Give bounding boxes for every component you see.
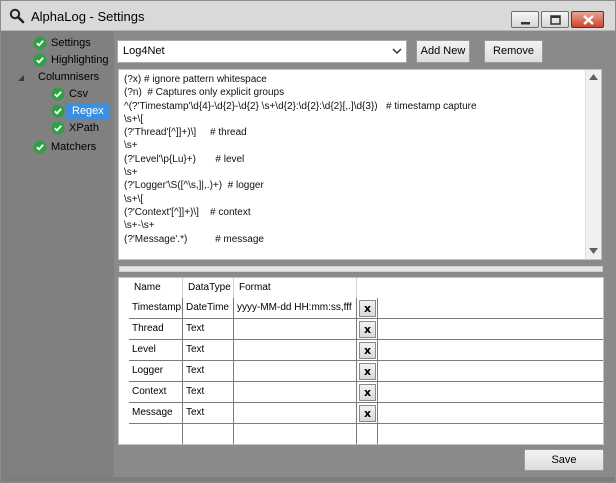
tree-item-label: Settings: [51, 37, 91, 49]
grid-cell-delete: [357, 424, 378, 444]
regex-line: \s+: [124, 167, 138, 179]
tree-item-label: Csv: [69, 88, 88, 100]
grid-cell-format[interactable]: [234, 424, 357, 444]
grid-filler-cell: [378, 319, 603, 340]
grid-cell-datatype[interactable]: Text: [183, 361, 234, 382]
pattern-dropdown[interactable]: Log4Net: [117, 40, 407, 63]
check-icon: [51, 87, 65, 101]
regex-line: (?n) # Captures only explicit groups: [124, 87, 285, 99]
grid-filler-cell: [378, 382, 603, 403]
chevron-down-icon: [392, 48, 402, 55]
delete-row-button[interactable]: x: [359, 384, 376, 401]
grid-cell-name[interactable]: Message: [129, 403, 183, 424]
minimize-button[interactable]: [511, 11, 539, 28]
save-button[interactable]: Save: [524, 449, 604, 471]
tree-item-label: Regex: [66, 103, 110, 120]
grid-cell-format[interactable]: [234, 340, 357, 361]
regex-line: (?'Logger'\S([^\s,]|,.)+) # logger: [124, 180, 264, 192]
check-icon: [51, 104, 65, 118]
grid-cell-name[interactable]: Context: [129, 382, 183, 403]
title-bar[interactable]: AlphaLog - Settings: [1, 1, 615, 31]
regex-line: (?x) # ignore pattern whitespace: [124, 74, 267, 85]
tree-item-label: XPath: [69, 122, 99, 134]
grid-cell-name[interactable]: [129, 424, 183, 444]
grid-cell-name[interactable]: Timestamp: [129, 298, 183, 319]
regex-text: (?x) # ignore pattern whitespace (?n) # C…: [124, 73, 586, 246]
pattern-dropdown-value: Log4Net: [123, 45, 165, 57]
add-new-button[interactable]: Add New: [416, 40, 470, 63]
column-header-name[interactable]: Name: [129, 278, 183, 298]
delete-row-button[interactable]: x: [359, 321, 376, 338]
grid-cell-datatype[interactable]: Text: [183, 382, 234, 403]
grid-cell-format[interactable]: [234, 382, 357, 403]
close-button[interactable]: [571, 11, 604, 28]
column-header-format[interactable]: Format: [234, 278, 357, 298]
grid-cell-format[interactable]: [234, 319, 357, 340]
magnifier-icon: [9, 8, 25, 24]
check-icon: [33, 36, 47, 50]
delete-row-button[interactable]: x: [359, 405, 376, 422]
grid-cell-format[interactable]: [234, 361, 357, 382]
regex-editor[interactable]: (?x) # ignore pattern whitespace (?n) # C…: [118, 69, 602, 260]
regex-line: (?'Thread'[^]]+)\] # thread: [124, 127, 247, 139]
delete-row-button[interactable]: x: [359, 363, 376, 380]
regex-line: \s+\[: [124, 193, 144, 205]
settings-window: AlphaLog - Settings Settings Highlightin…: [0, 0, 616, 483]
grid-cell-format[interactable]: [234, 403, 357, 424]
grid-filler-cell: [378, 403, 603, 424]
check-icon: [33, 53, 47, 67]
scroll-up-icon[interactable]: [589, 74, 598, 80]
delete-row-button[interactable]: x: [359, 342, 376, 359]
minimize-icon: [521, 22, 530, 25]
tree-item-label: Matchers: [51, 141, 97, 153]
grid-filler-cell: [378, 340, 603, 361]
splitter-handle[interactable]: [119, 266, 603, 272]
close-icon: [583, 15, 594, 25]
grid-cell-format[interactable]: yyyy-MM-dd HH:mm:ss,fff: [234, 298, 357, 319]
regex-line: (?'Context'[^]]+)\] # context: [124, 206, 251, 218]
regex-line: \s+-\s+: [124, 220, 155, 232]
grid-cell-datatype[interactable]: Text: [183, 319, 234, 340]
regex-line: \s+\[: [124, 113, 144, 125]
maximize-button[interactable]: [541, 11, 569, 28]
check-icon: [51, 121, 65, 135]
column-grid: Name DataType Format Timestamp DateTime yy…: [118, 277, 604, 445]
check-icon: [33, 140, 47, 154]
grid-cell-datatype[interactable]: DateTime: [183, 298, 234, 319]
grid-cell-datatype[interactable]: Text: [183, 403, 234, 424]
regex-settings-panel: Log4Net Add New Remove (?x) # ignore pat…: [114, 31, 615, 477]
grid-filler-cell: [378, 361, 603, 382]
grid-cell-datatype[interactable]: Text: [183, 340, 234, 361]
grid-filler-cell: [378, 424, 603, 444]
regex-scrollbar[interactable]: [585, 70, 601, 259]
grid-cell-name[interactable]: Level: [129, 340, 183, 361]
remove-button[interactable]: Remove: [484, 40, 543, 63]
column-header-datatype[interactable]: DataType: [183, 278, 234, 298]
grid-cell-name[interactable]: Logger: [129, 361, 183, 382]
regex-line: ^(?'Timestamp'\d{4}-\d{2}-\d{2} \s+\d{2}…: [124, 100, 477, 112]
delete-row-button[interactable]: x: [359, 300, 376, 317]
grid-cell-name[interactable]: Thread: [129, 319, 183, 340]
window-title: AlphaLog - Settings: [31, 9, 145, 24]
grid-filler-cell: [378, 298, 603, 319]
tree-item-label: Highlighting: [51, 54, 109, 66]
settings-tree: Settings Highlighting Columnisers Csv Re…: [7, 31, 114, 477]
scroll-down-icon[interactable]: [589, 248, 598, 254]
regex-line: (?'Message'.*) # message: [124, 233, 264, 245]
maximize-icon: [550, 15, 561, 25]
tree-expander-icon[interactable]: [17, 74, 25, 82]
regex-line: \s+: [124, 140, 138, 152]
tree-item-label: Columnisers: [38, 71, 100, 83]
regex-line: (?'Level'\p{Lu}+) # level: [124, 153, 245, 165]
grid-cell-datatype[interactable]: [183, 424, 234, 444]
